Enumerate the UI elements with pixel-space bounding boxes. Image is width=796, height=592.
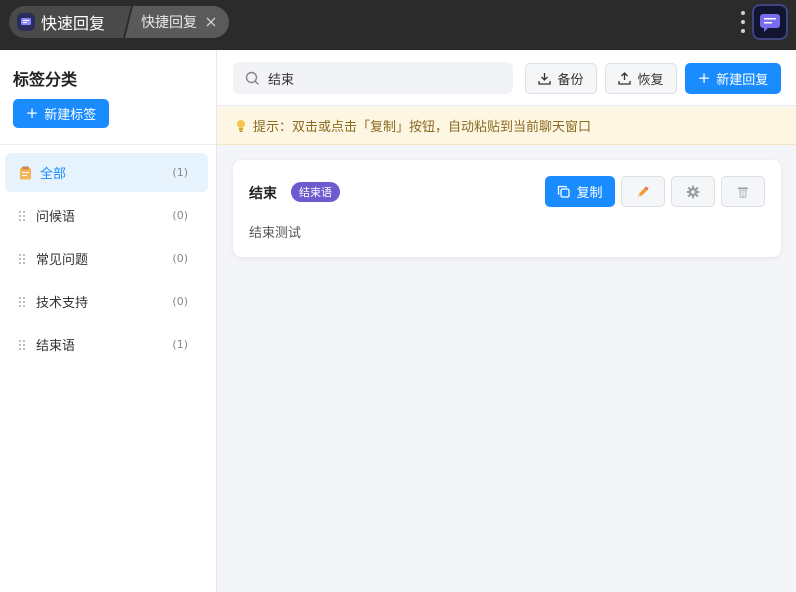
main-panel: 备份 恢复 + 新建回复 提示：双击或点击「复制」按钮，自动粘贴到当前聊天窗口 …: [217, 50, 796, 592]
sidebar: 标签分类 + 新建标签 全部 (1) 问候语 (0) 常见问题 (0) 技术支持…: [0, 50, 217, 592]
clipboard-icon: [18, 166, 32, 180]
gear-icon: [686, 185, 700, 198]
tip-banner: 提示：双击或点击「复制」按钮，自动粘贴到当前聊天窗口: [217, 107, 796, 145]
toolbar: 备份 恢复 + 新建回复: [217, 50, 796, 106]
copy-label: 复制: [576, 186, 603, 201]
new-reply-label: 新建回复: [716, 73, 769, 88]
category-label: 全部: [40, 167, 67, 182]
chat-app-icon[interactable]: [752, 4, 788, 40]
restore-button[interactable]: 恢复: [605, 63, 677, 94]
copy-button[interactable]: 复制: [545, 176, 615, 207]
category-count: (0): [172, 252, 188, 265]
sidebar-divider: [0, 144, 216, 145]
upload-icon: [618, 72, 632, 85]
drag-handle-icon[interactable]: [18, 210, 26, 222]
download-icon: [538, 73, 552, 85]
tip-text: 提示：双击或点击「复制」按钮，自动粘贴到当前聊天窗口: [253, 120, 592, 135]
backup-button[interactable]: 备份: [525, 63, 597, 94]
app-logo-icon: [17, 13, 35, 31]
app-tab[interactable]: 快速回复: [9, 6, 131, 38]
category-count: (0): [172, 209, 188, 222]
search-icon: [245, 71, 259, 85]
search-box[interactable]: [233, 62, 513, 94]
tab-group: 快速回复 快捷回复: [9, 6, 230, 38]
tab-quick-reply[interactable]: 快捷回复: [125, 6, 230, 38]
copy-icon: [558, 185, 571, 198]
lightbulb-icon: [237, 119, 245, 132]
category-count: (1): [172, 338, 188, 351]
restore-label: 恢复: [637, 73, 664, 88]
trash-icon: [738, 187, 748, 198]
tab-label: 快捷回复: [141, 15, 198, 31]
sidebar-item-faq[interactable]: 常见问题 (0): [5, 239, 208, 278]
sidebar-title: 标签分类: [13, 70, 78, 89]
backup-label: 备份: [557, 73, 584, 88]
sidebar-item-all[interactable]: 全部 (1): [5, 153, 208, 192]
search-input[interactable]: [268, 70, 498, 86]
plus-icon: +: [25, 104, 39, 122]
reply-card[interactable]: 结束 结束语 结束测试 复制: [233, 160, 781, 257]
plus-icon: +: [697, 69, 711, 87]
new-tag-label: 新建标签: [44, 108, 97, 123]
new-tag-button[interactable]: + 新建标签: [13, 99, 109, 128]
sidebar-item-greetings[interactable]: 问候语 (0): [5, 196, 208, 235]
category-label: 技术支持: [36, 296, 89, 311]
edit-button[interactable]: [621, 176, 665, 207]
sidebar-item-closing[interactable]: 结束语 (1): [5, 325, 208, 364]
category-label: 常见问题: [36, 253, 89, 268]
category-label: 结束语: [36, 339, 76, 354]
settings-button[interactable]: [671, 176, 715, 207]
pencil-icon: [638, 186, 649, 197]
tag-badge: 结束语: [291, 182, 340, 202]
new-reply-button[interactable]: + 新建回复: [685, 63, 781, 94]
reply-title: 结束: [249, 186, 277, 202]
drag-handle-icon[interactable]: [18, 339, 26, 351]
delete-button[interactable]: [721, 176, 765, 207]
close-icon[interactable]: [205, 16, 217, 28]
title-bar: 快速回复 快捷回复: [0, 0, 796, 50]
category-count: (0): [172, 295, 188, 308]
sidebar-item-tech-support[interactable]: 技术支持 (0): [5, 282, 208, 321]
reply-content: 结束测试: [249, 226, 302, 241]
app-title: 快速回复: [41, 14, 106, 33]
category-label: 问候语: [36, 210, 76, 225]
drag-handle-icon[interactable]: [18, 253, 26, 265]
category-count: (1): [172, 166, 188, 179]
more-menu-icon[interactable]: [741, 11, 745, 33]
drag-handle-icon[interactable]: [18, 296, 26, 308]
